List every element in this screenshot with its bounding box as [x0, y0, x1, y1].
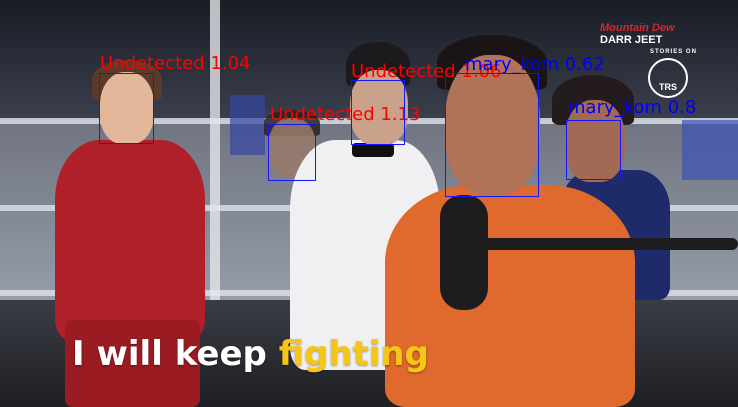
detection-box — [566, 120, 621, 180]
detection-box — [99, 73, 154, 144]
microphone-arm — [480, 238, 738, 250]
banner — [230, 95, 265, 155]
video-caption: I will keep fighting — [72, 334, 429, 374]
detection-label: mary_kom 0.62 — [465, 54, 605, 75]
detection-box — [445, 73, 539, 197]
detection-label: Undetected 1.04 — [100, 53, 251, 74]
caption-plain: I will keep — [72, 334, 267, 374]
detection-box — [268, 124, 316, 181]
channel-logo: TRS — [648, 58, 688, 98]
caption-highlight: fighting — [278, 334, 429, 374]
ring-post — [210, 0, 220, 300]
microphone — [440, 195, 488, 310]
video-frame: Mountain Dew DARR JEET STORIES ON TRS Un… — [0, 0, 738, 407]
detection-label: mary_kom 0.8 — [568, 97, 697, 118]
banner — [682, 120, 738, 180]
sponsor-logo: Mountain Dew DARR JEET STORIES ON — [600, 22, 697, 55]
detection-box — [351, 80, 405, 145]
